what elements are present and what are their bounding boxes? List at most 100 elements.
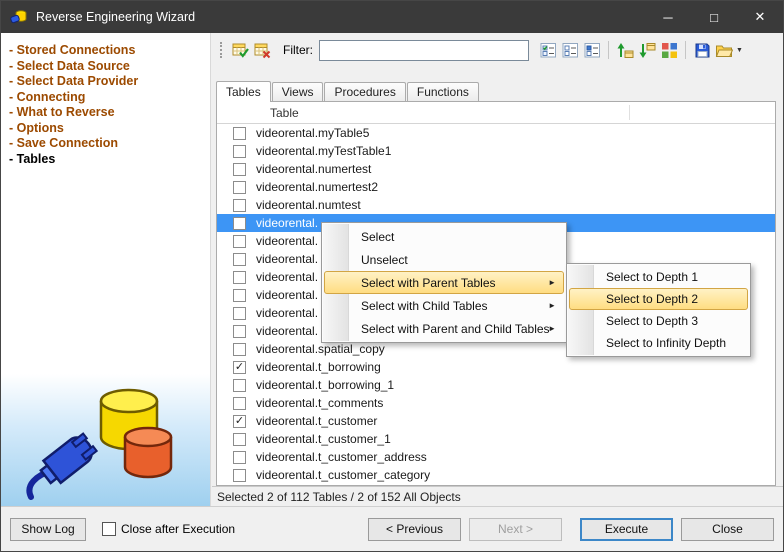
close-dialog-button[interactable]: Close: [681, 518, 774, 541]
table-name: videorental.t_customer_category: [256, 468, 430, 482]
row-checkbox[interactable]: [233, 289, 246, 302]
close-after-execution-label[interactable]: Close after Execution: [121, 522, 235, 536]
filter-input[interactable]: [319, 40, 529, 61]
menu-item-label: Select to Infinity Depth: [606, 336, 726, 350]
wizard-step-connecting: - Connecting: [9, 90, 210, 106]
table-name: videorental.numertest: [256, 162, 371, 176]
row-checkbox[interactable]: [233, 271, 246, 284]
app-icon: [10, 8, 28, 26]
menu-item-label: Unselect: [361, 253, 408, 267]
open-dropdown-arrow-icon[interactable]: ▼: [736, 47, 743, 54]
table-row[interactable]: videorental.t_comments: [217, 394, 775, 412]
uncheck-filtered-icon[interactable]: [559, 39, 581, 61]
row-checkbox[interactable]: [233, 379, 246, 392]
wizard-step-save-connection: - Save Connection: [9, 136, 210, 152]
close-after-execution-option[interactable]: Close after Execution: [102, 522, 235, 536]
maximize-button[interactable]: □: [691, 1, 737, 33]
wizard-step-stored-connections: - Stored Connections: [9, 43, 210, 59]
table-row[interactable]: videorental.numertest2: [217, 178, 775, 196]
plug-database-illustration: [1, 374, 210, 506]
submenu-arrow-icon: ►: [548, 278, 556, 287]
table-name: videorental.: [256, 324, 318, 338]
context-menu-item-select-with-parent-and-child-tables[interactable]: Select with Parent and Child Tables►: [324, 317, 564, 340]
footer: Show Log Close after Execution < Previou…: [1, 506, 783, 551]
select-with-parents-icon[interactable]: [614, 39, 636, 61]
wizard-step-select-data-provider: - Select Data Provider: [9, 74, 210, 90]
table-name: videorental.: [256, 216, 318, 230]
execute-button[interactable]: Execute: [580, 518, 673, 541]
context-menu-item-unselect[interactable]: Unselect: [324, 248, 564, 271]
next-button[interactable]: Next >: [469, 518, 562, 541]
row-checkbox[interactable]: [233, 469, 246, 482]
select-with-children-icon[interactable]: [636, 39, 658, 61]
toolbar-grip[interactable]: [220, 42, 224, 58]
table-row[interactable]: videorental.numertest: [217, 160, 775, 178]
row-checkbox[interactable]: [233, 199, 246, 212]
row-checkbox[interactable]: [233, 181, 246, 194]
row-checkbox[interactable]: [233, 217, 246, 230]
close-after-execution-checkbox[interactable]: [102, 522, 116, 536]
context-menu-item-select[interactable]: Select: [324, 225, 564, 248]
table-row[interactable]: videorental.t_customer_1: [217, 430, 775, 448]
row-checkbox[interactable]: [233, 253, 246, 266]
toolbar-check-group: [229, 39, 273, 61]
submenu-item-select-to-depth-3[interactable]: Select to Depth 3: [569, 310, 748, 332]
submenu-item-select-to-infinity-depth[interactable]: Select to Infinity Depth: [569, 332, 748, 354]
row-checkbox[interactable]: [233, 397, 246, 410]
table-row[interactable]: videorental.numtest: [217, 196, 775, 214]
tab-tables[interactable]: Tables: [216, 81, 271, 102]
row-checkbox[interactable]: [233, 307, 246, 320]
invert-selection-icon[interactable]: [581, 39, 603, 61]
grid-header: Table: [217, 102, 775, 124]
menu-item-label: Select to Depth 3: [606, 314, 698, 328]
row-checkbox[interactable]: [233, 127, 246, 140]
menu-item-label: Select with Child Tables: [361, 299, 488, 313]
uncheck-all-tables-icon[interactable]: [251, 39, 273, 61]
table-row[interactable]: videorental.myTable5: [217, 124, 775, 142]
wizard-step-what-to-reverse: - What to Reverse: [9, 105, 210, 121]
submenu-arrow-icon: ►: [548, 324, 556, 333]
check-filtered-icon[interactable]: [537, 39, 559, 61]
table-row[interactable]: videorental.myTestTable1: [217, 142, 775, 160]
table-name: videorental.myTestTable1: [256, 144, 391, 158]
toolbar-tree-group: [614, 39, 680, 61]
table-name: videorental.: [256, 234, 318, 248]
table-column-header[interactable]: Table: [270, 106, 299, 120]
minimize-button[interactable]: ─: [645, 1, 691, 33]
table-name: videorental.t_customer: [256, 414, 377, 428]
window-controls: ─□✕: [645, 1, 783, 33]
check-all-tables-icon[interactable]: [229, 39, 251, 61]
table-name: videorental.t_customer_1: [256, 432, 391, 446]
table-name: videorental.: [256, 306, 318, 320]
context-menu-item-select-with-child-tables[interactable]: Select with Child Tables►: [324, 294, 564, 317]
tab-functions[interactable]: Functions: [407, 82, 479, 101]
row-checkbox[interactable]: [233, 163, 246, 176]
table-row[interactable]: videorental.t_customer_address: [217, 448, 775, 466]
load-selection-icon[interactable]: [713, 39, 735, 61]
previous-button[interactable]: < Previous: [368, 518, 461, 541]
context-menu-item-select-with-parent-tables[interactable]: Select with Parent Tables►: [324, 271, 564, 294]
submenu-item-select-to-depth-1[interactable]: Select to Depth 1: [569, 266, 748, 288]
row-checkbox[interactable]: [233, 433, 246, 446]
table-row[interactable]: videorental.t_customer_category: [217, 466, 775, 484]
row-checkbox[interactable]: ✓: [233, 415, 246, 428]
select-related-icon[interactable]: [658, 39, 680, 61]
row-checkbox[interactable]: [233, 145, 246, 158]
menu-item-label: Select with Parent and Child Tables: [361, 322, 550, 336]
save-selection-icon[interactable]: [691, 39, 713, 61]
menu-item-label: Select: [361, 230, 394, 244]
row-checkbox[interactable]: [233, 343, 246, 356]
tab-views[interactable]: Views: [272, 82, 324, 101]
table-row[interactable]: ✓videorental.t_borrowing: [217, 358, 775, 376]
close-button[interactable]: ✕: [737, 1, 783, 33]
submenu-item-select-to-depth-2[interactable]: Select to Depth 2: [569, 288, 748, 310]
table-name: videorental.t_borrowing_1: [256, 378, 394, 392]
table-row[interactable]: videorental.t_borrowing_1: [217, 376, 775, 394]
tab-procedures[interactable]: Procedures: [324, 82, 405, 101]
row-checkbox[interactable]: [233, 325, 246, 338]
row-checkbox[interactable]: ✓: [233, 361, 246, 374]
row-checkbox[interactable]: [233, 451, 246, 464]
table-row[interactable]: ✓ videorental.t_customer: [217, 412, 775, 430]
show-log-button[interactable]: Show Log: [10, 518, 86, 541]
row-checkbox[interactable]: [233, 235, 246, 248]
